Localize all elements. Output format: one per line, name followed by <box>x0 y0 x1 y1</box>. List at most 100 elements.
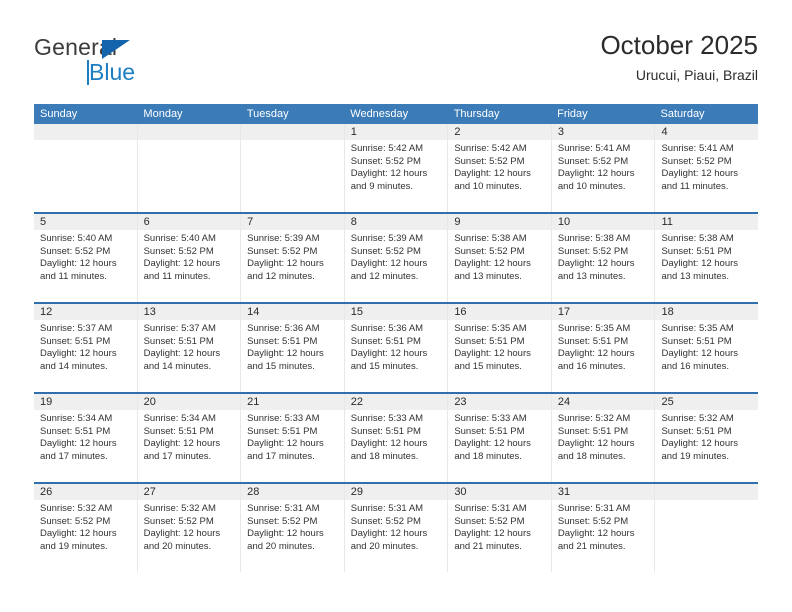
calendar-week-row: 26 Sunrise: 5:32 AM Sunset: 5:52 PM Dayligh… <box>34 482 759 572</box>
daylight-text: Daylight: 12 hours and 15 minutes. <box>454 348 531 372</box>
calendar-day-cell[interactable]: 30 Sunrise: 5:31 AM Sunset: 5:52 PM Dayligh… <box>447 484 551 572</box>
day-details: Sunrise: 5:35 AM Sunset: 5:51 PM Daylight:… <box>552 320 655 373</box>
sunrise-text: Sunrise: 5:34 AM <box>40 413 113 424</box>
sunset-text: Sunset: 5:51 PM <box>454 335 525 347</box>
sunset-text: Sunset: 5:51 PM <box>350 425 421 437</box>
calendar-day-cell-empty <box>136 124 241 212</box>
weekday-header-row: Sunday Monday Tuesday Wednesday Thursday Frid… <box>34 104 758 124</box>
sunrise-text: Sunrise: 5:38 AM <box>661 233 734 244</box>
sunset-text: Sunset: 5:51 PM <box>143 335 214 347</box>
sunrise-text: Sunrise: 5:37 AM <box>143 323 216 334</box>
day-details: Sunrise: 5:35 AM Sunset: 5:51 PM Daylight:… <box>448 320 551 373</box>
day-number: 24 <box>551 394 655 410</box>
calendar-day-cell[interactable]: 5 Sunrise: 5:40 AM Sunset: 5:52 PM Daylight… <box>34 214 137 302</box>
day-number: 1 <box>344 124 448 140</box>
sunrise-text: Sunrise: 5:33 AM <box>247 413 320 424</box>
day-details: Sunrise: 5:32 AM Sunset: 5:52 PM Daylight:… <box>34 500 137 553</box>
calendar-day-cell-empty <box>654 484 759 572</box>
daylight-text: Daylight: 12 hours and 21 minutes. <box>454 528 531 552</box>
calendar-day-cell[interactable]: 8 Sunrise: 5:39 AM Sunset: 5:52 PM Daylight… <box>343 214 448 302</box>
sunset-text: Sunset: 5:51 PM <box>557 425 629 437</box>
page-header: General Blue October 2025 Urucui, Piaui,… <box>34 28 758 96</box>
sunset-text: Sunset: 5:52 PM <box>557 245 629 257</box>
sunset-text: Sunset: 5:51 PM <box>557 335 629 347</box>
calendar-day-cell[interactable]: 12 Sunrise: 5:37 AM Sunset: 5:51 PM Dayligh… <box>34 304 137 392</box>
weekday-header-wednesday: Wednesday <box>350 108 409 120</box>
calendar-day-cell[interactable]: 23 Sunrise: 5:33 AM Sunset: 5:51 PM Dayligh… <box>447 394 551 482</box>
calendar-day-cell[interactable]: 14 Sunrise: 5:36 AM Sunset: 5:51 PM Dayligh… <box>240 304 344 392</box>
calendar-week-row: 1 Sunrise: 5:42 AM Sunset: 5:52 PM Daylight… <box>34 124 759 212</box>
day-number: 12 <box>34 304 137 320</box>
calendar-day-cell[interactable]: 26 Sunrise: 5:32 AM Sunset: 5:52 PM Dayligh… <box>34 484 137 572</box>
calendar-day-cell[interactable]: 4 Sunrise: 5:41 AM Sunset: 5:52 PM Daylight… <box>654 124 759 212</box>
calendar-day-cell[interactable]: 6 Sunrise: 5:40 AM Sunset: 5:52 PM Daylight… <box>136 214 241 302</box>
sunrise-text: Sunrise: 5:39 AM <box>247 233 320 244</box>
day-number: 31 <box>551 484 655 500</box>
day-details: Sunrise: 5:31 AM Sunset: 5:52 PM Daylight:… <box>345 500 448 553</box>
calendar-day-cell[interactable]: 20 Sunrise: 5:34 AM Sunset: 5:51 PM Dayligh… <box>136 394 241 482</box>
calendar-day-cell[interactable]: 9 Sunrise: 5:38 AM Sunset: 5:52 PM Daylight… <box>447 214 551 302</box>
day-number: 26 <box>34 484 137 500</box>
calendar-day-cell[interactable]: 28 Sunrise: 5:31 AM Sunset: 5:52 PM Dayligh… <box>240 484 344 572</box>
calendar-day-cell[interactable]: 15 Sunrise: 5:36 AM Sunset: 5:51 PM Dayligh… <box>343 304 448 392</box>
day-number: 8 <box>344 214 448 230</box>
daylight-text: Daylight: 12 hours and 17 minutes. <box>40 438 117 462</box>
calendar-day-cell[interactable]: 17 Sunrise: 5:35 AM Sunset: 5:51 PM Dayligh… <box>550 304 655 392</box>
calendar-day-cell[interactable]: 18 Sunrise: 5:35 AM Sunset: 5:51 PM Dayligh… <box>654 304 759 392</box>
day-details: Sunrise: 5:39 AM Sunset: 5:52 PM Daylight:… <box>345 230 448 283</box>
daylight-text: Daylight: 12 hours and 12 minutes. <box>350 258 428 282</box>
sunset-text: Sunset: 5:52 PM <box>350 155 421 167</box>
calendar-day-cell[interactable]: 1 Sunrise: 5:42 AM Sunset: 5:52 PM Daylight… <box>343 124 448 212</box>
day-number: 2 <box>448 124 551 140</box>
calendar-day-cell[interactable]: 22 Sunrise: 5:33 AM Sunset: 5:51 PM Dayligh… <box>343 394 448 482</box>
sunrise-text: Sunrise: 5:36 AM <box>247 323 320 334</box>
sunset-text: Sunset: 5:52 PM <box>143 245 214 257</box>
daylight-text: Daylight: 12 hours and 20 minutes. <box>247 528 324 552</box>
daylight-text: Daylight: 12 hours and 12 minutes. <box>247 258 324 282</box>
day-number: 20 <box>137 394 241 410</box>
calendar-weeks: 1 Sunrise: 5:42 AM Sunset: 5:52 PM Daylight… <box>34 124 759 572</box>
calendar-day-cell[interactable]: 16 Sunrise: 5:35 AM Sunset: 5:51 PM Dayligh… <box>447 304 551 392</box>
calendar-day-cell[interactable]: 13 Sunrise: 5:37 AM Sunset: 5:51 PM Dayligh… <box>136 304 241 392</box>
daylight-text: Daylight: 12 hours and 19 minutes. <box>661 438 739 462</box>
daylight-text: Daylight: 12 hours and 16 minutes. <box>557 348 635 372</box>
daylight-text: Daylight: 12 hours and 13 minutes. <box>454 258 531 282</box>
sunrise-text: Sunrise: 5:35 AM <box>454 323 527 334</box>
weekday-header-sunday: Sunday <box>40 108 78 120</box>
sunrise-text: Sunrise: 5:41 AM <box>661 143 734 154</box>
calendar-day-cell[interactable]: 11 Sunrise: 5:38 AM Sunset: 5:51 PM Dayligh… <box>654 214 759 302</box>
calendar-day-cell[interactable]: 19 Sunrise: 5:34 AM Sunset: 5:51 PM Dayligh… <box>34 394 137 482</box>
day-number: 28 <box>241 484 344 500</box>
day-number: 22 <box>344 394 448 410</box>
day-number: 11 <box>655 214 759 230</box>
calendar-day-cell[interactable]: 29 Sunrise: 5:31 AM Sunset: 5:52 PM Dayligh… <box>343 484 448 572</box>
sunset-text: Sunset: 5:51 PM <box>247 425 318 437</box>
calendar-day-cell[interactable]: 25 Sunrise: 5:32 AM Sunset: 5:51 PM Dayligh… <box>654 394 759 482</box>
calendar-day-cell[interactable]: 31 Sunrise: 5:31 AM Sunset: 5:52 PM Dayligh… <box>550 484 655 572</box>
calendar-grid: Sunday Monday Tuesday Wednesday Thursday Frid… <box>34 104 759 572</box>
daylight-text: Daylight: 12 hours and 15 minutes. <box>350 348 428 372</box>
sunrise-text: Sunrise: 5:31 AM <box>557 503 631 514</box>
general-blue-logo[interactable]: General Blue <box>34 34 244 90</box>
calendar-day-cell[interactable]: 21 Sunrise: 5:33 AM Sunset: 5:51 PM Dayligh… <box>240 394 344 482</box>
page-title: October 2025 <box>600 30 758 60</box>
calendar-day-cell[interactable]: 27 Sunrise: 5:32 AM Sunset: 5:52 PM Dayligh… <box>136 484 241 572</box>
calendar-day-cell[interactable]: 3 Sunrise: 5:41 AM Sunset: 5:52 PM Daylight… <box>550 124 655 212</box>
calendar-day-cell[interactable]: 2 Sunrise: 5:42 AM Sunset: 5:52 PM Daylight… <box>447 124 551 212</box>
weekday-header-monday: Monday <box>143 108 183 120</box>
day-number: 18 <box>655 304 759 320</box>
calendar-day-cell[interactable]: 7 Sunrise: 5:39 AM Sunset: 5:52 PM Daylight… <box>240 214 344 302</box>
calendar-day-cell[interactable]: 24 Sunrise: 5:32 AM Sunset: 5:51 PM Dayligh… <box>550 394 655 482</box>
daylight-text: Daylight: 12 hours and 15 minutes. <box>247 348 324 372</box>
calendar-day-cell[interactable]: 10 Sunrise: 5:38 AM Sunset: 5:52 PM Dayligh… <box>550 214 655 302</box>
day-details: Sunrise: 5:39 AM Sunset: 5:52 PM Daylight:… <box>241 230 344 283</box>
daylight-text: Daylight: 12 hours and 17 minutes. <box>247 438 324 462</box>
day-details: Sunrise: 5:35 AM Sunset: 5:51 PM Daylight:… <box>655 320 758 373</box>
day-number <box>655 484 759 500</box>
daylight-text: Daylight: 12 hours and 18 minutes. <box>350 438 428 462</box>
day-number <box>241 124 344 140</box>
sunrise-text: Sunrise: 5:42 AM <box>350 143 424 154</box>
sunrise-text: Sunrise: 5:41 AM <box>557 143 631 154</box>
sunset-text: Sunset: 5:52 PM <box>454 515 525 527</box>
day-details: Sunrise: 5:37 AM Sunset: 5:51 PM Daylight:… <box>34 320 137 373</box>
